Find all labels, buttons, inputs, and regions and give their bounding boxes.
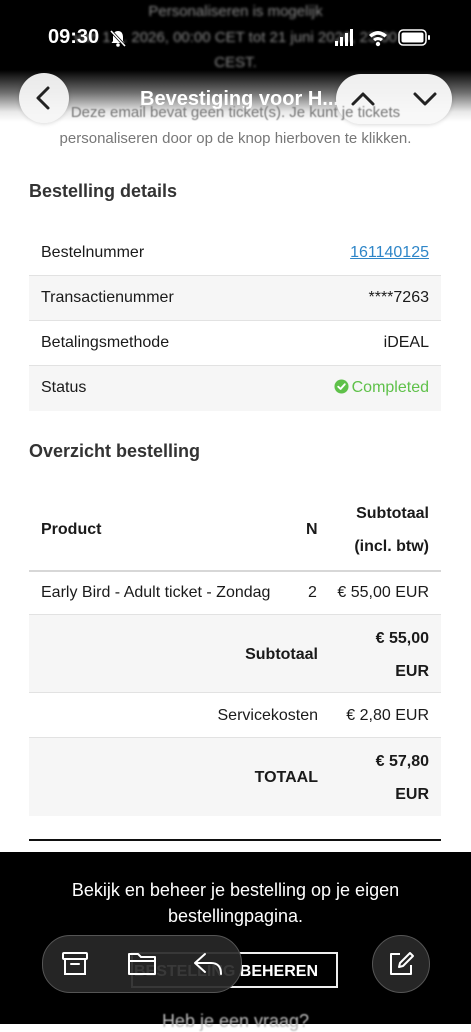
status-icons — [335, 28, 435, 53]
item-quantity: 2 — [308, 584, 317, 601]
item-product: Early Bird - Adult ticket - Zondag — [41, 584, 271, 601]
intro-line-2: personaliseren door op de knop hierboven… — [59, 130, 412, 147]
detail-label: Bestelnummer — [41, 244, 145, 261]
move-to-folder-button[interactable] — [109, 936, 175, 992]
footer-line-2: bestellingpagina. — [167, 906, 304, 926]
footer-text: Bekijk en beheer je bestelling op je eig… — [0, 877, 471, 929]
subtotal-value: € 55,00 — [375, 630, 429, 647]
reply-button[interactable] — [175, 936, 241, 992]
footer-line-1: Bekijk en beheer je bestelling op je eig… — [71, 880, 400, 900]
silent-bell-icon — [109, 29, 127, 48]
status-value: Completed — [334, 379, 429, 397]
table-row-total: TOTAAL € 57,80 EUR — [29, 738, 441, 816]
detail-label: Transactienummer — [41, 289, 174, 306]
reply-icon — [194, 953, 222, 975]
compose-button[interactable] — [372, 935, 430, 993]
detail-label: Betalingsmethode — [41, 334, 170, 351]
status-text: Completed — [351, 379, 429, 396]
total-currency: EUR — [395, 786, 429, 803]
header-product: Product — [41, 521, 102, 538]
question-text: Heb je een vraag? — [161, 1011, 310, 1031]
status-time: 09:30 — [48, 26, 100, 48]
total-label: TOTAAL — [254, 769, 318, 786]
table-header: Product N Subtotaal (incl. btw) — [29, 490, 441, 572]
banner-line-3: CEST. — [214, 54, 257, 71]
detail-label: Status — [41, 379, 87, 396]
folder-icon — [128, 953, 156, 975]
order-overview-heading: Overzicht bestelling — [29, 441, 201, 461]
table-row-service: Servicekosten € 2,80 EUR — [29, 693, 441, 738]
archive-button[interactable] — [43, 936, 109, 992]
mail-toolbar — [42, 935, 242, 993]
banner-line-1: Personaliseren is mogelijk — [148, 3, 323, 20]
cellular-signal-icon — [335, 29, 353, 46]
header-subtotal: Subtotaal — [356, 505, 429, 522]
divider — [29, 839, 441, 841]
order-number-link[interactable]: 161140125 — [350, 244, 429, 262]
service-value: € 2,80 EUR — [346, 707, 429, 724]
header-quantity: N — [306, 521, 318, 538]
check-circle-icon — [334, 379, 349, 394]
battery-icon — [398, 29, 430, 46]
archive-icon — [62, 952, 88, 975]
detail-row-payment-method: Betalingsmethode iDEAL — [29, 321, 441, 366]
detail-row-transaction: Transactienummer ****7263 — [29, 276, 441, 321]
table-row-subtotal: Subtotaal € 55,00 EUR — [29, 615, 441, 693]
compose-icon — [390, 952, 414, 975]
item-price: € 55,00 EUR — [337, 584, 429, 601]
subtotal-label: Subtotaal — [245, 646, 318, 663]
detail-value: ****7263 — [368, 289, 430, 306]
detail-row-order-number: Bestelnummer 161140125 — [29, 231, 441, 276]
subtotal-currency: EUR — [395, 663, 429, 680]
total-value: € 57,80 — [375, 753, 429, 770]
intro-line-1: Deze email bevat geen ticket(s). Je kunt… — [70, 104, 401, 121]
wifi-icon — [369, 31, 387, 47]
service-label: Servicekosten — [217, 707, 319, 724]
detail-row-status: Status Completed — [29, 366, 441, 411]
detail-value: iDEAL — [383, 334, 429, 351]
header-subtotal-note: (incl. btw) — [354, 538, 429, 555]
order-details-heading: Bestelling details — [29, 181, 178, 201]
table-row-item: Early Bird - Adult ticket - Zondag 2 € 5… — [29, 570, 441, 615]
